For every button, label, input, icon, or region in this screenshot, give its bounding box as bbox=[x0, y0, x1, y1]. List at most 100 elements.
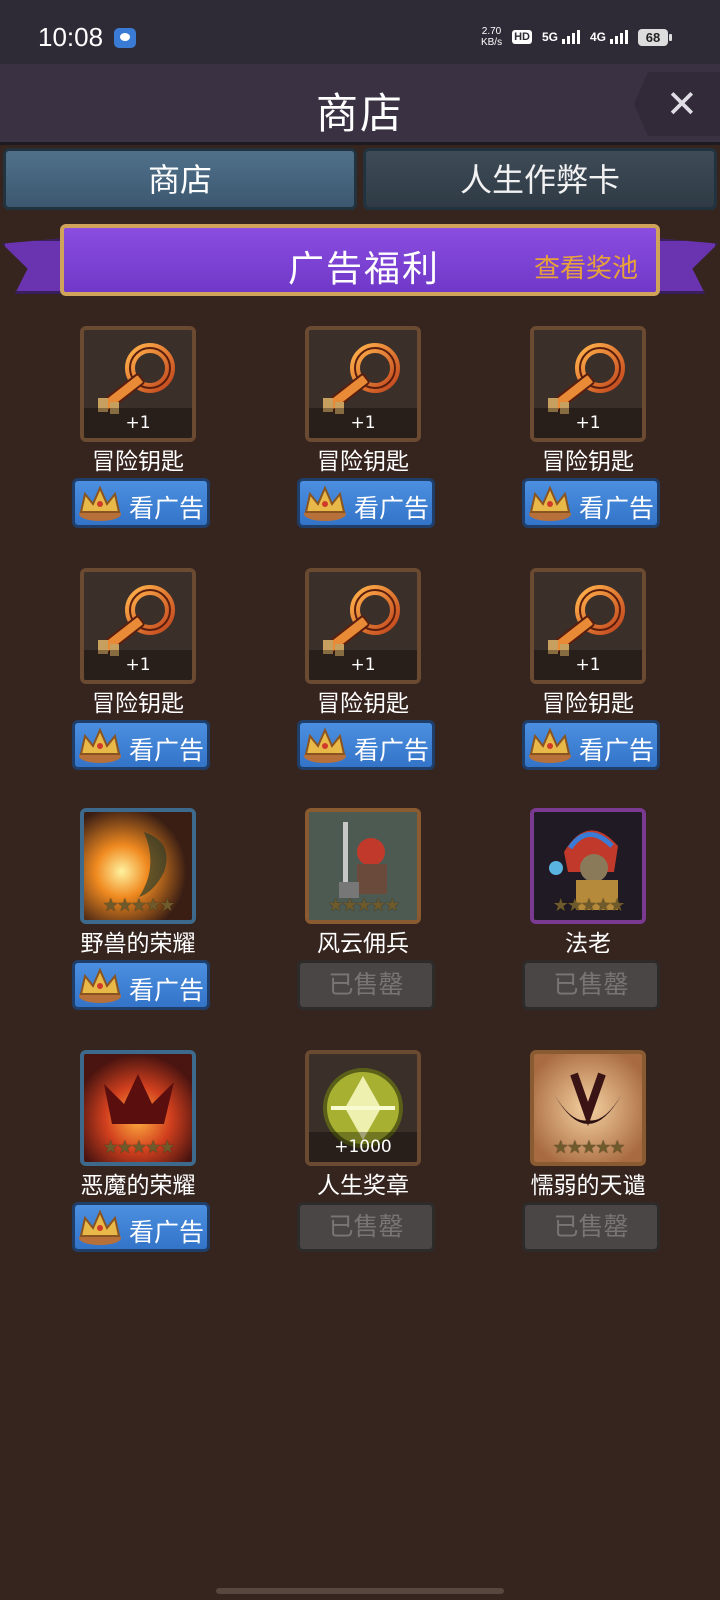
item-name: 冒险钥匙 bbox=[317, 691, 409, 717]
item-name: 懦弱的天谴 bbox=[530, 1173, 646, 1199]
signal-4g-label: 4G bbox=[589, 30, 606, 44]
shop-item: ★★★★★ 懦弱的天谴已售罄 bbox=[496, 1050, 660, 1260]
star-rating-icon: ★★★★★ bbox=[552, 895, 626, 916]
item-icon-frame[interactable]: +1 bbox=[530, 568, 646, 684]
status-bar: 10:08 2.70 KB/s HD 5G 4G 68 bbox=[0, 0, 720, 64]
watch-ad-button[interactable]: 看广告 bbox=[297, 478, 435, 528]
item-icon-frame[interactable]: ★★★★★ bbox=[305, 808, 421, 924]
watch-ad-label: 看广告 bbox=[579, 494, 655, 523]
watch-ad-button[interactable]: 看广告 bbox=[522, 720, 660, 770]
item-name: 风云佣兵 bbox=[317, 931, 409, 957]
item-icon-frame[interactable]: ★★★★★ bbox=[80, 808, 196, 924]
shop-item: +1 冒险钥匙看广告 bbox=[271, 326, 435, 536]
view-prize-pool-link[interactable]: 查看奖池 bbox=[534, 248, 638, 285]
star-rating-icon: ★★★★★ bbox=[102, 1137, 176, 1158]
watch-ad-button[interactable]: 看广告 bbox=[72, 960, 210, 1010]
close-button[interactable]: ✕ bbox=[634, 72, 720, 136]
watch-ad-button[interactable]: 看广告 bbox=[72, 478, 210, 528]
shop-item: ★★★★★ 野兽的荣耀看广告 bbox=[46, 808, 210, 1018]
hd-icon: HD bbox=[512, 30, 532, 44]
item-name: 野兽的荣耀 bbox=[80, 931, 196, 957]
sold-out-button: 已售罄 bbox=[297, 1202, 435, 1252]
item-quantity: +1 bbox=[84, 408, 192, 438]
item-name: 冒险钥匙 bbox=[317, 449, 409, 475]
crown-icon bbox=[79, 485, 121, 521]
shop-item: +1 冒险钥匙看广告 bbox=[46, 326, 210, 536]
watch-ad-label: 看广告 bbox=[129, 976, 205, 1005]
network-speed-value: 2.70 bbox=[481, 26, 502, 37]
watch-ad-button[interactable]: 看广告 bbox=[522, 478, 660, 528]
crown-icon bbox=[79, 967, 121, 1003]
watch-ad-label: 看广告 bbox=[579, 736, 655, 765]
watch-ad-label: 看广告 bbox=[129, 494, 205, 523]
tab-bar: 商店 人生作弊卡 bbox=[0, 148, 720, 212]
shop-item: +1 冒险钥匙看广告 bbox=[496, 568, 660, 778]
tab-cheat-cards[interactable]: 人生作弊卡 bbox=[363, 148, 717, 210]
signal-5g-icon: 5G bbox=[542, 30, 580, 44]
watch-ad-button[interactable]: 看广告 bbox=[297, 720, 435, 770]
item-quantity: +1 bbox=[534, 650, 642, 680]
item-name: 恶魔的荣耀 bbox=[80, 1173, 196, 1199]
crown-icon bbox=[529, 485, 571, 521]
item-icon-frame[interactable]: ★★★★★ bbox=[530, 1050, 646, 1166]
status-indicators: 2.70 KB/s HD 5G 4G 68 bbox=[481, 26, 672, 48]
shop-item: +1 冒险钥匙看广告 bbox=[496, 326, 660, 536]
shop-item: +1 冒险钥匙看广告 bbox=[271, 568, 435, 778]
home-indicator[interactable] bbox=[216, 1588, 504, 1594]
crown-icon bbox=[304, 485, 346, 521]
item-quantity: +1000 bbox=[309, 1132, 417, 1162]
item-quantity: +1 bbox=[84, 650, 192, 680]
watch-ad-label: 看广告 bbox=[354, 736, 430, 765]
star-rating-icon: ★★★★★ bbox=[102, 895, 176, 916]
item-icon-frame[interactable]: +1 bbox=[305, 568, 421, 684]
network-speed: 2.70 KB/s bbox=[481, 26, 502, 48]
crown-icon bbox=[304, 727, 346, 763]
item-icon-frame[interactable]: +1 bbox=[80, 326, 196, 442]
shop-item: +1000 人生奖章 已售罄 bbox=[271, 1050, 435, 1260]
close-icon: ✕ bbox=[666, 82, 698, 126]
item-name: 冒险钥匙 bbox=[542, 449, 634, 475]
crown-icon bbox=[79, 1209, 121, 1245]
shop-item: ★★★★★ 恶魔的荣耀看广告 bbox=[46, 1050, 210, 1260]
notification-app-icon bbox=[114, 28, 136, 48]
item-icon-frame[interactable]: ★★★★★ bbox=[80, 1050, 196, 1166]
item-name: 冒险钥匙 bbox=[92, 449, 184, 475]
battery-icon: 68 bbox=[638, 28, 672, 46]
item-name: 法老 bbox=[565, 931, 611, 957]
star-rating-icon: ★★★★★ bbox=[552, 1137, 626, 1158]
watch-ad-label: 看广告 bbox=[129, 1218, 205, 1247]
tab-shop[interactable]: 商店 bbox=[3, 148, 357, 210]
page-title: 商店 bbox=[315, 89, 404, 138]
item-icon-frame[interactable]: ★★★★★ bbox=[530, 808, 646, 924]
shop-item: ★★★★★ 风云佣兵已售罄 bbox=[271, 808, 435, 1018]
star-rating-icon: ★★★★★ bbox=[327, 895, 401, 916]
item-name: 冒险钥匙 bbox=[92, 691, 184, 717]
signal-4g-icon: 4G bbox=[590, 30, 628, 44]
item-icon-frame[interactable]: +1 bbox=[80, 568, 196, 684]
watch-ad-button[interactable]: 看广告 bbox=[72, 720, 210, 770]
item-icon-frame[interactable]: +1 bbox=[530, 326, 646, 442]
network-speed-unit: KB/s bbox=[480, 37, 503, 48]
shop-item: ★★★★★ 法老已售罄 bbox=[496, 808, 660, 1018]
item-quantity: +1 bbox=[309, 650, 417, 680]
shop-item: +1 冒险钥匙看广告 bbox=[46, 568, 210, 778]
item-quantity: +1 bbox=[534, 408, 642, 438]
sold-out-button: 已售罄 bbox=[522, 1202, 660, 1252]
status-time: 10:08 bbox=[38, 22, 104, 52]
ad-welfare-banner: 广告福利 查看奖池 bbox=[0, 222, 720, 310]
item-icon-frame[interactable]: +1 bbox=[305, 326, 421, 442]
item-quantity: +1 bbox=[309, 408, 417, 438]
header: 商店 ✕ bbox=[0, 64, 720, 145]
sold-out-button: 已售罄 bbox=[297, 960, 435, 1010]
crown-icon bbox=[79, 727, 121, 763]
watch-ad-button[interactable]: 看广告 bbox=[72, 1202, 210, 1252]
watch-ad-label: 看广告 bbox=[129, 736, 205, 765]
signal-5g-label: 5G bbox=[541, 30, 558, 44]
banner-body: 广告福利 查看奖池 bbox=[60, 224, 660, 296]
item-name: 冒险钥匙 bbox=[542, 691, 634, 717]
ribbon-left-decoration bbox=[2, 238, 66, 294]
sold-out-button: 已售罄 bbox=[522, 960, 660, 1010]
watch-ad-label: 看广告 bbox=[354, 494, 430, 523]
crown-icon bbox=[529, 727, 571, 763]
item-icon-frame[interactable]: +1000 bbox=[305, 1050, 421, 1166]
